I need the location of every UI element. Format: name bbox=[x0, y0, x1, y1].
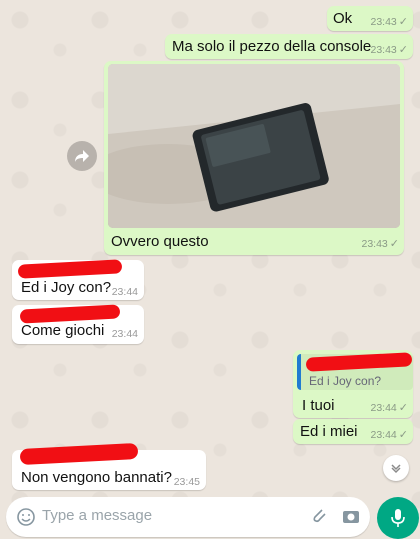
message-bubble-outgoing[interactable]: Ok 23:43 ✓ bbox=[327, 6, 413, 31]
message-text: Ma solo il pezzo della console bbox=[172, 38, 372, 55]
message-photo[interactable] bbox=[108, 64, 400, 228]
message-text: Come giochi bbox=[21, 322, 105, 339]
mic-icon bbox=[391, 509, 405, 527]
message-bubble-outgoing[interactable]: Ma solo il pezzo della console 23:43 ✓ bbox=[165, 34, 413, 59]
message-meta: 23:43 ✓ bbox=[371, 43, 409, 56]
read-tick-icon: ✓ bbox=[398, 402, 408, 414]
message-time: 23:44 bbox=[370, 429, 397, 441]
scroll-to-bottom-button[interactable] bbox=[383, 455, 409, 481]
message-composer[interactable]: Type a message bbox=[6, 497, 370, 537]
message-meta: 23:44 ✓ bbox=[371, 401, 409, 414]
camera-icon[interactable] bbox=[341, 507, 361, 525]
message-time: 23:43 bbox=[361, 238, 388, 250]
message-caption: Ovvero questo bbox=[111, 233, 209, 250]
message-meta: 23:43 ✓ bbox=[362, 237, 400, 250]
message-meta: 23:44 ✓ bbox=[371, 428, 409, 441]
message-time: 23:45 bbox=[173, 476, 200, 488]
message-time: 23:43 bbox=[370, 16, 397, 28]
message-time: 23:43 bbox=[370, 44, 397, 56]
mic-button[interactable] bbox=[377, 497, 419, 539]
message-text: Non vengono bannati? bbox=[21, 469, 172, 486]
forward-button[interactable] bbox=[67, 141, 97, 171]
message-time: 23:44 bbox=[111, 286, 138, 298]
emoji-icon[interactable] bbox=[16, 507, 36, 527]
message-text: Ed i miei bbox=[300, 423, 358, 440]
forward-icon bbox=[75, 150, 89, 162]
read-tick-icon: ✓ bbox=[398, 429, 408, 441]
reply-quote-text: Ed i Joy con? bbox=[309, 374, 382, 388]
message-input-placeholder[interactable]: Type a message bbox=[42, 507, 152, 524]
chevron-down-icon bbox=[391, 464, 401, 474]
read-tick-icon: ✓ bbox=[398, 16, 408, 28]
photo-content bbox=[108, 64, 400, 228]
message-bubble-outgoing[interactable]: Ed i miei 23:44 ✓ bbox=[293, 419, 413, 444]
message-time: 23:44 bbox=[111, 328, 138, 340]
attach-icon[interactable] bbox=[310, 506, 328, 526]
message-time: 23:44 bbox=[370, 402, 397, 414]
read-tick-icon: ✓ bbox=[389, 238, 399, 250]
message-text: Ok bbox=[333, 10, 353, 27]
read-tick-icon: ✓ bbox=[398, 44, 408, 56]
message-text: I tuoi bbox=[302, 397, 335, 414]
message-text: Ed i Joy con? bbox=[21, 279, 112, 296]
message-meta: 23:43 ✓ bbox=[371, 15, 409, 28]
